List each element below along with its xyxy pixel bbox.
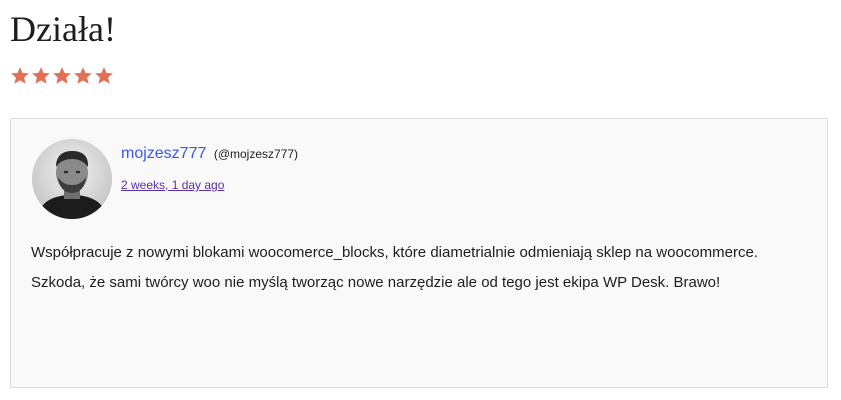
author-name-link[interactable]: mojzesz777	[121, 145, 206, 162]
author-handle: (@mojzesz777)	[213, 147, 299, 161]
star-rating	[10, 66, 114, 86]
avatar[interactable]	[32, 139, 112, 219]
review-card: mojzesz777 (@mojzesz777) 2 weeks, 1 day …	[10, 118, 828, 388]
star-icon	[32, 67, 50, 84]
review-date-link[interactable]: 2 weeks, 1 day ago	[121, 178, 224, 192]
star-icon	[74, 67, 92, 84]
review-title: Działa!	[10, 9, 116, 49]
author-line: mojzesz777 (@mojzesz777)	[121, 145, 298, 163]
avatar-photo	[32, 139, 112, 219]
review-body: Współpracuje z nowymi blokami woocomerce…	[31, 244, 758, 291]
star-icon	[95, 67, 113, 84]
star-icon	[11, 67, 29, 84]
star-icon	[53, 67, 71, 84]
